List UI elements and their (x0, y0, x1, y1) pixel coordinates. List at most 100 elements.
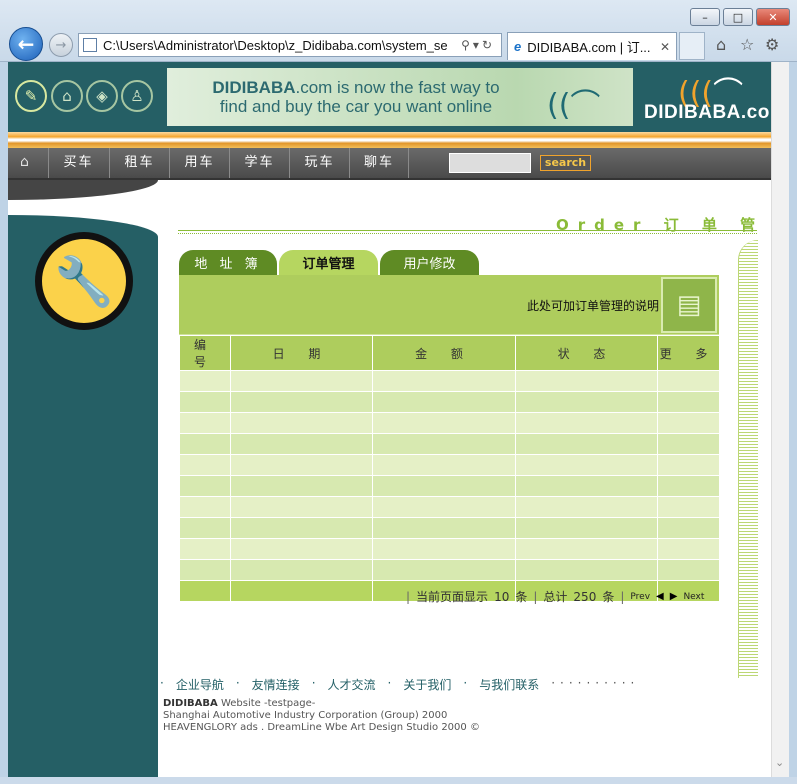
ad-banner[interactable]: DIDIBABA.com is now the fast way to find… (167, 68, 633, 126)
settings-gear-icon[interactable]: ⚙ (765, 35, 779, 54)
forward-button[interactable]: → (49, 33, 73, 57)
tab-title: DIDIBABA.com | 订... (527, 40, 651, 55)
table-cell (372, 454, 516, 476)
home-icon[interactable]: ⌂ (716, 35, 726, 54)
title-underline (178, 230, 757, 234)
tab-user-edit[interactable]: 用户修改 (380, 250, 479, 276)
address-tools-icon[interactable]: ⚲▾↻ (455, 38, 501, 52)
tools-circle-icon[interactable]: ✎ (15, 80, 47, 112)
table-cell (372, 538, 516, 560)
nav-item-chat[interactable]: 聊车 (349, 148, 409, 178)
next-arrow-icon[interactable]: ▶ (670, 591, 678, 602)
table-cell (179, 433, 231, 455)
nav-home-icon[interactable]: ⌂ (20, 154, 29, 170)
table-cell (515, 475, 658, 497)
table-cell (230, 475, 373, 497)
person-circle-icon[interactable]: ♙ (121, 80, 153, 112)
table-row (179, 538, 720, 560)
pager: | 当前页面显示 10 条 | 总计 250 条 | Prev ◀ ▶ Next (406, 589, 705, 605)
header-more: 更 多 (657, 335, 720, 371)
footer-link[interactable]: 关于我们 (403, 676, 451, 693)
header-status: 状 态 (515, 335, 658, 371)
favorites-star-icon[interactable]: ☆ (740, 35, 754, 54)
prev-arrow-icon[interactable]: ◀ (656, 591, 664, 602)
table-cell (657, 475, 720, 497)
table-cell (372, 433, 516, 455)
table-row (179, 454, 720, 476)
footer-link[interactable]: 人才交流 (328, 676, 376, 693)
table-cell (230, 538, 373, 560)
forward-arrow-icon: → (55, 37, 67, 53)
table-cell (657, 538, 720, 560)
table-cell (515, 370, 658, 392)
nav-item-buy[interactable]: 买车 (48, 148, 108, 178)
table-cell (179, 517, 231, 539)
table-cell (657, 412, 720, 434)
new-tab-button[interactable] (679, 32, 705, 60)
footer-link[interactable]: 与我们联系 (479, 676, 539, 693)
tab-order-management[interactable]: 订单管理 (279, 250, 378, 276)
tab-address-book[interactable]: 地 址 簿 (179, 250, 277, 276)
orders-table: 编 号 日 期 金 额 状 态 更 多 (179, 335, 720, 602)
table-row (179, 391, 720, 413)
table-cell (372, 412, 516, 434)
table-cell (515, 391, 658, 413)
nav-item-rent[interactable]: 租车 (109, 148, 169, 178)
pager-unit: 条 (515, 590, 528, 604)
ad-text: DIDIBABA.com is now the fast way to find… (212, 78, 500, 116)
orange-stripe (8, 132, 771, 148)
footer-nav: · 企业导航 · 友情连接 · 人才交流 · 关于我们 · 与我们联系 ····… (160, 676, 640, 693)
pager-unit: 条 (602, 590, 615, 604)
table-cell (179, 538, 231, 560)
footer-link[interactable]: 友情连接 (252, 676, 300, 693)
table-cell (657, 370, 720, 392)
page-viewport: ✎ ⌂ ◈ ♙ DIDIBABA.com is now the fast way… (8, 62, 771, 777)
table-header-row: 编 号 日 期 金 额 状 态 更 多 (179, 335, 720, 371)
table-cell (657, 454, 720, 476)
table-cell (230, 454, 373, 476)
next-link[interactable]: Next (683, 592, 704, 602)
tab-close-icon[interactable]: ✕ (660, 40, 670, 54)
brand-name: DIDIBABA.com (644, 102, 771, 123)
vertical-scrollbar[interactable]: ⌄ (771, 62, 789, 777)
table-row (179, 412, 720, 434)
table-cell (179, 454, 231, 476)
search-button[interactable]: search (540, 155, 591, 171)
nav-item-play[interactable]: 玩车 (289, 148, 349, 178)
house-circle-icon[interactable]: ⌂ (51, 80, 83, 112)
maximize-button[interactable]: □ (723, 8, 753, 26)
document-icon: ▤ (661, 277, 717, 333)
pager-total-count: 250 (573, 589, 597, 604)
box-circle-icon[interactable]: ◈ (86, 80, 118, 112)
footer-info: DIDIBABA Website -testpage- Shanghai Aut… (163, 698, 480, 733)
footer-link[interactable]: 企业导航 (176, 676, 224, 693)
page-icon (83, 38, 97, 52)
table-cell (657, 517, 720, 539)
table-cell (657, 559, 720, 581)
table-cell (179, 559, 231, 581)
table-row (179, 475, 720, 497)
scroll-down-icon[interactable]: ⌄ (775, 756, 784, 769)
table-cell (515, 538, 658, 560)
browser-tab[interactable]: e DIDIBABA.com | 订... ✕ (507, 32, 677, 60)
address-bar[interactable]: C:\Users\Administrator\Desktop\z_Didibab… (78, 33, 502, 57)
nav-item-learn[interactable]: 学车 (229, 148, 289, 178)
description-text: 此处可加订单管理的说明 (526, 299, 659, 313)
search-input[interactable] (449, 153, 531, 173)
prev-link[interactable]: Prev (630, 592, 650, 602)
table-cell (179, 412, 231, 434)
table-row (179, 517, 720, 539)
table-cell (515, 559, 658, 581)
back-arrow-icon: ← (17, 32, 35, 56)
close-window-button[interactable]: ✕ (756, 8, 790, 26)
table-footer-cell (230, 580, 373, 602)
address-text[interactable]: C:\Users\Administrator\Desktop\z_Didibab… (103, 38, 455, 53)
table-cell (230, 559, 373, 581)
pager-total-label: 总计 (543, 590, 568, 604)
nav-item-use[interactable]: 用车 (169, 148, 229, 178)
pager-current-label: 当前页面显示 (416, 590, 489, 604)
minimize-button[interactable]: – (690, 8, 720, 26)
table-cell (230, 412, 373, 434)
table-cell (230, 370, 373, 392)
back-button[interactable]: ← (9, 27, 43, 61)
